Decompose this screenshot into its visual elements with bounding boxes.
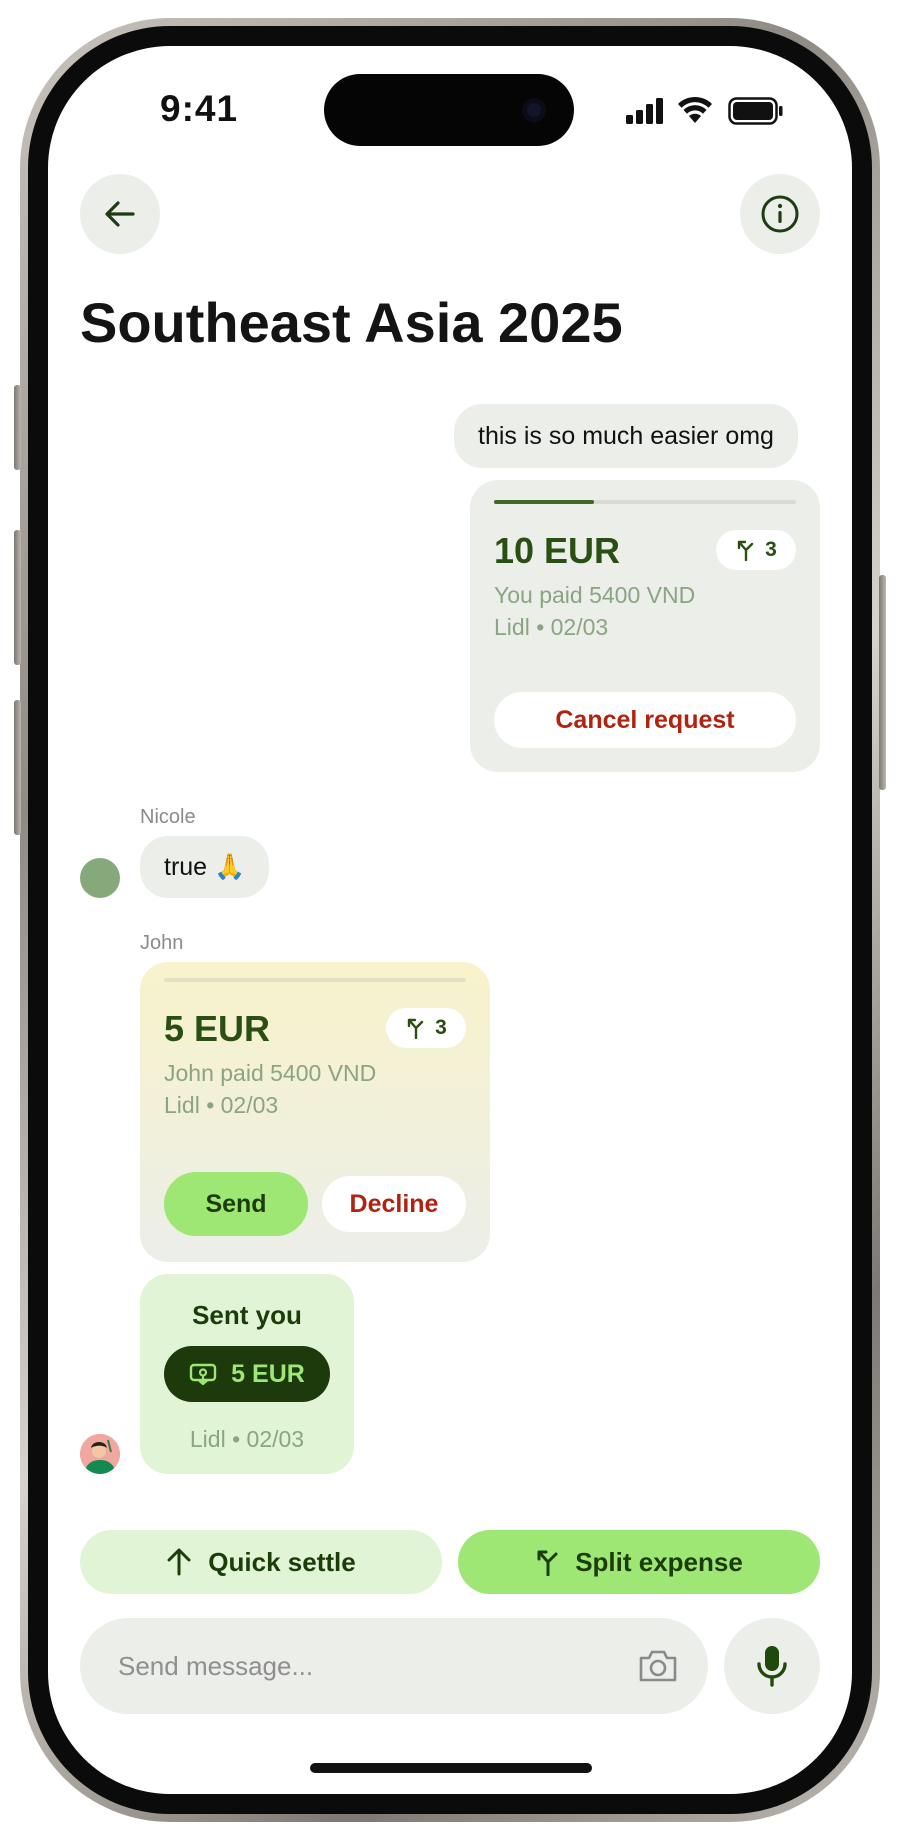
- request-progress-fill: [494, 500, 594, 504]
- avatar-john[interactable]: [80, 1434, 120, 1474]
- camera-button[interactable]: [634, 1642, 682, 1690]
- arrow-left-icon: [105, 201, 135, 227]
- send-label: Send: [205, 1189, 267, 1218]
- status-time: 9:41: [160, 88, 239, 129]
- battery-icon: [728, 97, 784, 130]
- request-paid-line: John paid 5400 VND: [164, 1060, 377, 1086]
- send-button[interactable]: Send: [164, 1172, 308, 1236]
- split-count-badge: 3: [386, 1008, 466, 1048]
- message-text: this is so much easier omg: [478, 421, 774, 450]
- split-icon: [737, 540, 754, 561]
- message-composer: [80, 1618, 708, 1714]
- message-text: true 🙏: [164, 852, 246, 881]
- home-indicator[interactable]: [310, 1763, 592, 1773]
- split-count-badge: 3: [716, 530, 796, 570]
- camera-icon: [639, 1650, 677, 1682]
- sender-name-nicole: Nicole: [140, 806, 196, 828]
- payment-amount: 5 EUR: [231, 1359, 305, 1388]
- power-button: [879, 575, 886, 790]
- payment-amount-pill[interactable]: 5 EUR: [164, 1346, 330, 1402]
- decline-label: Decline: [349, 1189, 439, 1218]
- split-icon: [407, 1018, 424, 1039]
- arrow-up-icon: [167, 1548, 191, 1576]
- request-progress-track: [494, 500, 796, 504]
- front-camera: [522, 98, 546, 122]
- request-meta-line: Lidl • 02/03: [164, 1092, 279, 1118]
- sender-name-john: John: [140, 932, 184, 954]
- my-message-bubble: this is so much easier omg: [454, 404, 798, 468]
- my-expense-request-card: 10 EUR 3 You paid 5400 VND Lidl • 02/03 …: [470, 480, 820, 772]
- request-paid-line: You paid 5400 VND: [494, 582, 696, 608]
- payment-title: Sent you: [192, 1300, 302, 1330]
- avatar-nicole[interactable]: [80, 858, 120, 898]
- john-expense-request-card: 5 EUR 3 John paid 5400 VND Lidl • 02/03 …: [140, 962, 490, 1262]
- action-button: [14, 385, 21, 470]
- back-button[interactable]: [80, 174, 160, 254]
- john-payment-card: Sent you 5 EUR Lidl • 02/03: [140, 1274, 354, 1474]
- cancel-request-label: Cancel request: [555, 705, 735, 734]
- screen: 9:41 Southeast Asia 2025 this is so much…: [48, 46, 852, 1794]
- cancel-request-button[interactable]: Cancel request: [494, 692, 796, 748]
- split-expense-button[interactable]: Split expense: [458, 1530, 820, 1594]
- info-button[interactable]: [740, 174, 820, 254]
- quick-settle-button[interactable]: Quick settle: [80, 1530, 442, 1594]
- nicole-message-bubble: true 🙏: [140, 836, 270, 898]
- info-icon: [761, 195, 799, 233]
- split-count: 3: [765, 538, 777, 561]
- voice-message-button[interactable]: [724, 1618, 820, 1714]
- split-icon: [537, 1550, 558, 1576]
- volume-up-button: [14, 530, 21, 665]
- page-title: Southeast Asia 2025: [80, 291, 623, 354]
- microphone-icon: [757, 1646, 787, 1687]
- cellular-signal-icon: [626, 98, 666, 129]
- dynamic-island: [324, 74, 574, 146]
- request-meta-line: Lidl • 02/03: [494, 614, 609, 640]
- wifi-icon: [677, 96, 713, 129]
- split-count: 3: [435, 1016, 447, 1039]
- decline-button[interactable]: Decline: [322, 1176, 466, 1232]
- request-amount: 5 EUR: [164, 1008, 271, 1049]
- request-progress-track: [164, 978, 466, 982]
- payment-meta-line: Lidl • 02/03: [189, 1426, 305, 1452]
- split-expense-label: Split expense: [575, 1546, 743, 1577]
- volume-down-button: [14, 700, 21, 835]
- message-input[interactable]: [116, 1649, 540, 1683]
- money-receive-icon: [189, 1363, 217, 1386]
- quick-settle-label: Quick settle: [208, 1546, 356, 1577]
- request-amount: 10 EUR: [494, 530, 621, 571]
